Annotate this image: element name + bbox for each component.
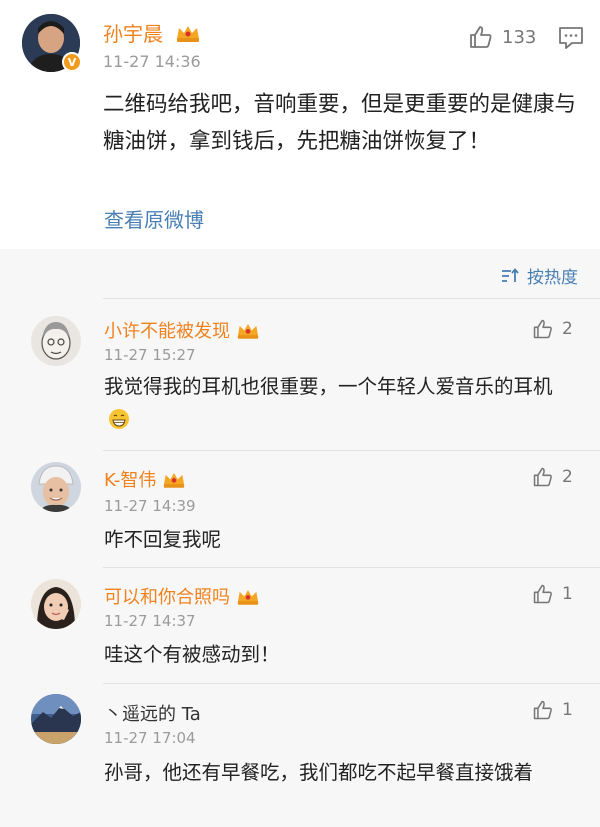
comment-item: K-智伟 11-27 14:39 2 咋不回复我呢 (0, 450, 600, 567)
thumbs-up-icon (470, 26, 492, 48)
comment-like-count: 2 (562, 467, 573, 487)
comment-text: 咋不回复我呢 (104, 528, 222, 551)
post-time: 11-27 14:36 (103, 52, 201, 71)
comment-text-content: 我觉得我的耳机也很重要，一个年轻人爱音乐的耳机 (104, 375, 553, 398)
commenter-avatar[interactable] (31, 316, 81, 366)
view-original-link[interactable]: 查看原微博 (104, 204, 204, 233)
comment-text: 哇这个有被感动到！ (104, 643, 280, 666)
comment-like-button[interactable]: 1 (532, 699, 573, 721)
comment-like-count: 2 (562, 319, 573, 339)
comment-time: 11-27 14:37 (104, 612, 196, 630)
commenter-name[interactable]: 可以和你合照吗 (104, 583, 260, 609)
divider (103, 450, 600, 451)
commenter-avatar[interactable] (31, 462, 81, 512)
commenter-name-text[interactable]: 小许不能被发现 (104, 317, 230, 343)
vip-crown-icon (237, 589, 259, 605)
comment-like-button[interactable]: 2 (532, 466, 573, 488)
commenter-name[interactable]: 小许不能被发现 (104, 317, 260, 343)
comment-item: 可以和你合照吗 11-27 14:37 1 哇这个有被感动到！ (0, 567, 600, 683)
vip-crown-icon (177, 26, 200, 42)
sort-by-hot-button[interactable]: 按热度 (501, 263, 578, 288)
avatar-image (31, 462, 81, 512)
comment-time: 11-27 17:04 (104, 729, 196, 747)
comment-like-count: 1 (562, 700, 573, 720)
author-name-text[interactable]: 孙宇晨 (103, 22, 163, 46)
vip-crown-icon (237, 323, 259, 339)
comment-item: 小许不能被发现 11-27 15:27 2 我觉得我的耳机也很重要，一个年轻人爱… (0, 298, 600, 450)
thumbs-up-icon (533, 319, 552, 339)
main-post: V 孙宇晨 11-27 14:36 133 二维码给我吧，音响重要，但是更重要的… (0, 0, 600, 249)
thumbs-up-icon (533, 467, 552, 487)
commenter-name-text[interactable]: 可以和你合照吗 (104, 583, 230, 609)
comment-like-button[interactable]: 1 (532, 583, 573, 605)
like-count: 133 (502, 26, 537, 48)
comment-item: 丶遥远的 Ta 11-27 17:04 1 孙哥，他还有早餐吃，我们都吃不起早餐… (0, 683, 600, 827)
commenter-name[interactable]: 丶遥远的 Ta (104, 700, 201, 726)
post-text: 二维码给我吧，音响重要，但是更重要的是健康与糖油饼，拿到钱后，先把糖油饼恢复了！ (103, 92, 577, 154)
divider (103, 298, 600, 299)
commenter-avatar[interactable] (31, 579, 81, 629)
grin-emoji-icon (109, 409, 129, 429)
commenter-name-text[interactable]: K-智伟 (104, 466, 156, 492)
vip-crown-icon (164, 472, 185, 488)
thumbs-up-icon (533, 584, 552, 604)
author-avatar[interactable]: V (22, 14, 82, 72)
thumbs-up-icon (533, 700, 552, 720)
divider (103, 567, 600, 568)
comment-like-count: 1 (562, 584, 573, 604)
comment-text: 我觉得我的耳机也很重要，一个年轻人爱音乐的耳机 (104, 370, 574, 436)
avatar-image (31, 694, 81, 744)
avatar-image (31, 579, 81, 629)
comment-like-button[interactable]: 2 (532, 318, 573, 340)
divider (103, 683, 600, 684)
comment-time: 11-27 15:27 (104, 346, 196, 364)
commenter-name-text[interactable]: 丶遥远的 Ta (104, 700, 201, 726)
like-button[interactable]: 133 (468, 24, 536, 50)
verified-badge: V (62, 52, 82, 72)
comment-icon[interactable] (558, 26, 584, 50)
author-name[interactable]: 孙宇晨 (103, 18, 201, 47)
sort-label[interactable]: 按热度 (527, 263, 578, 288)
commenter-avatar[interactable] (31, 694, 81, 744)
comment-text: 孙哥，他还有早餐吃，我们都吃不起早餐直接饿着 (104, 761, 534, 784)
avatar-image (31, 316, 81, 366)
commenter-name[interactable]: K-智伟 (104, 466, 186, 492)
sort-icon (502, 267, 519, 282)
comment-time: 11-27 14:39 (104, 497, 196, 515)
